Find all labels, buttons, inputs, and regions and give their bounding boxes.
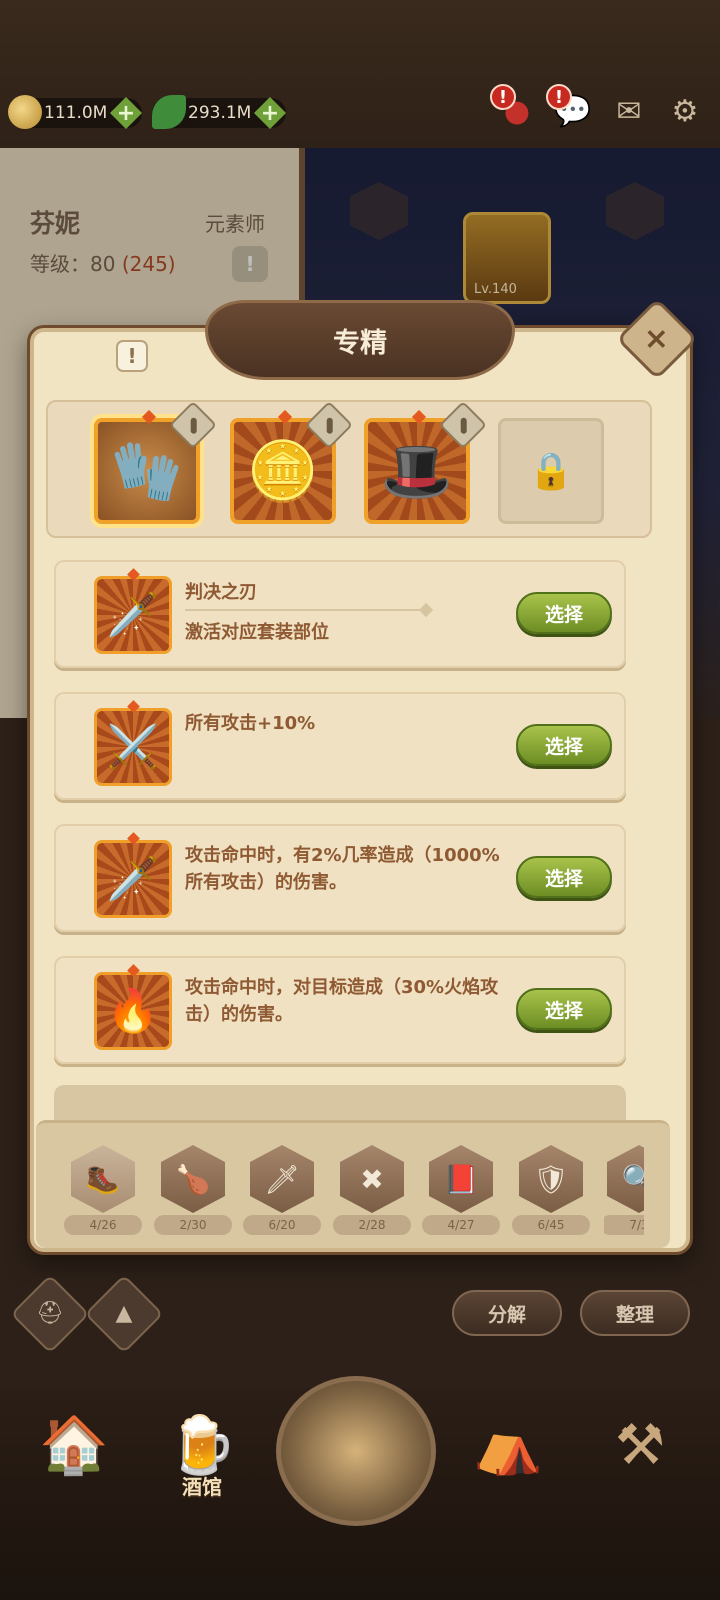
category-bar: 🥾 4/26 🍗 2/30 🗡 6/20 ✖ 2/28 📕 4/27 🛡 6/4… bbox=[36, 1120, 670, 1248]
add-gold-button[interactable]: + bbox=[110, 97, 142, 129]
book-icon: 📕 bbox=[429, 1145, 493, 1213]
top-resource-bar: 111.0M + 293.1M + ● ! 💬 ! ✉ ⚙ bbox=[0, 0, 720, 150]
select-button[interactable]: 选择 bbox=[516, 724, 612, 766]
nav-tavern[interactable]: 🍺 酒馆 bbox=[140, 1380, 264, 1510]
sword-icon: 🗡️ bbox=[94, 576, 172, 654]
coin-icon bbox=[8, 95, 42, 129]
chat-icon[interactable]: 💬 ! bbox=[546, 84, 594, 132]
category-tab-armor[interactable]: 🛡 6/45 bbox=[512, 1145, 590, 1241]
select-button[interactable]: 选择 bbox=[516, 856, 612, 898]
magnifier-icon: 🔍 bbox=[607, 1145, 644, 1213]
select-button[interactable]: 选择 bbox=[516, 592, 612, 634]
flame-sword-icon: 🔥 bbox=[94, 972, 172, 1050]
category-tab-cross[interactable]: ✖ 2/28 bbox=[333, 1145, 411, 1241]
nav-tavern-label: 酒馆 bbox=[182, 1475, 222, 1499]
sword-icon: 🗡 bbox=[250, 1145, 314, 1213]
gauntlet-icon: 🧤 bbox=[110, 436, 184, 505]
option-row: 🗡️ 攻击命中时，有2%几率造成（1000%所有攻击）的伤害。 选择 bbox=[54, 824, 626, 932]
option-row: 🔥 攻击命中时，对目标造成（30%火焰攻击）的伤害。 选择 bbox=[54, 956, 626, 1064]
amulet-slot[interactable]: 🪙 bbox=[230, 400, 354, 524]
select-button[interactable]: 选择 bbox=[516, 988, 612, 1030]
gear-icon[interactable]: ⚙ bbox=[664, 90, 706, 132]
drumstick-icon: 🍗 bbox=[161, 1145, 225, 1213]
nav-tent[interactable]: ⛺ bbox=[446, 1380, 570, 1510]
sword-icon: 🗡️ bbox=[94, 840, 172, 918]
option-description: 攻击命中时，对目标造成（30%火焰攻击）的伤害。 bbox=[185, 977, 499, 1025]
category-count: 7/3 bbox=[604, 1215, 644, 1235]
close-icon: × bbox=[644, 321, 670, 357]
category-count: 6/45 bbox=[512, 1215, 590, 1235]
option-description: 攻击命中时，有2%几率造成（1000%所有攻击）的伤害。 bbox=[185, 845, 500, 893]
lock-icon: 🔒 bbox=[528, 451, 574, 492]
leaf-counter: 293.1M + bbox=[152, 95, 286, 129]
category-count: 2/28 bbox=[333, 1215, 411, 1235]
tent-icon: ⛺ bbox=[473, 1413, 543, 1478]
category-tab-search[interactable]: 🔍 7/3 bbox=[604, 1145, 644, 1241]
nav-portal[interactable] bbox=[276, 1376, 436, 1526]
hat-icon: ▲ bbox=[115, 1301, 133, 1326]
add-leaf-button[interactable]: + bbox=[254, 97, 286, 129]
option-description: 所有攻击+10% bbox=[185, 713, 316, 734]
hat-icon: 🎩 bbox=[380, 436, 454, 505]
category-tab-boots[interactable]: 🥾 4/26 bbox=[64, 1145, 142, 1241]
anvil-icon: ⚒ bbox=[614, 1412, 666, 1478]
divider bbox=[185, 609, 425, 611]
amulet-icon: 🪙 bbox=[246, 436, 320, 505]
mail-icon[interactable]: ✉ bbox=[608, 90, 650, 132]
category-count: 2/30 bbox=[154, 1215, 232, 1235]
gold-value: 111.0M bbox=[44, 103, 108, 123]
gauntlet-slot[interactable]: 🧤 bbox=[94, 400, 218, 524]
category-tab-book[interactable]: 📕 4/27 bbox=[422, 1145, 500, 1241]
leaf-value: 293.1M bbox=[188, 103, 252, 123]
helmet-icon: ⛑ bbox=[36, 1301, 64, 1326]
locked-slot: 🔒 bbox=[498, 418, 604, 524]
modal-title: 专精 bbox=[205, 300, 515, 380]
info-button[interactable]: ! bbox=[116, 340, 148, 372]
alert-badge: ! bbox=[546, 84, 572, 110]
alert-badge: ! bbox=[490, 84, 516, 110]
option-row: ⚔️ 所有攻击+10% 选择 bbox=[54, 692, 626, 800]
option-row-partial bbox=[54, 1085, 626, 1121]
nav-house[interactable]: 🏠 bbox=[12, 1380, 136, 1510]
sword-icon: ⚔️ bbox=[94, 708, 172, 786]
option-description: 激活对应套装部位 bbox=[185, 622, 329, 643]
leaf-icon bbox=[152, 95, 186, 129]
organize-button[interactable]: 整理 bbox=[580, 1290, 690, 1336]
beer-barrel-icon: 🍺 bbox=[167, 1413, 237, 1478]
category-count: 4/27 bbox=[422, 1215, 500, 1235]
boot-icon: 🥾 bbox=[71, 1145, 135, 1213]
decompose-button[interactable]: 分解 bbox=[452, 1290, 562, 1336]
cross-icon: ✖ bbox=[340, 1145, 404, 1213]
equipment-strip: 🧤 🪙 🎩 🔒 bbox=[46, 400, 652, 538]
category-tab-sword[interactable]: 🗡 6/20 bbox=[243, 1145, 321, 1241]
option-title: 判决之刃 bbox=[185, 582, 257, 603]
nav-forge[interactable]: ⚒ bbox=[578, 1380, 702, 1510]
option-row: 🗡️ 判决之刃 激活对应套装部位 选择 bbox=[54, 560, 626, 668]
category-count: 6/20 bbox=[243, 1215, 321, 1235]
armor-icon: 🛡 bbox=[519, 1145, 583, 1213]
category-tab-meat[interactable]: 🍗 2/30 bbox=[154, 1145, 232, 1241]
house-icon: 🏠 bbox=[39, 1413, 109, 1478]
hat-slot[interactable]: 🎩 bbox=[364, 400, 488, 524]
top-icons: ● ! 💬 ! ✉ ⚙ bbox=[490, 84, 706, 132]
event-icon[interactable]: ● ! bbox=[490, 84, 538, 132]
category-count: 4/26 bbox=[64, 1215, 142, 1235]
gold-counter: 111.0M + bbox=[8, 95, 142, 129]
